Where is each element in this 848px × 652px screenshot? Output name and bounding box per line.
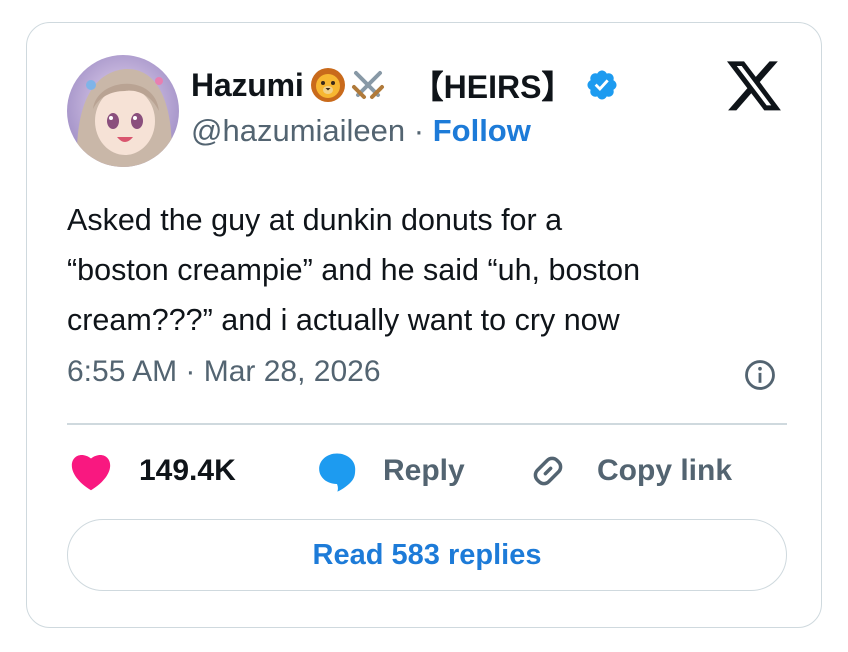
author-name-row[interactable]: Hazumi 【HEIRS】 (191, 63, 619, 107)
time-separator: · (185, 355, 204, 388)
lion-face-icon (310, 67, 346, 103)
handle-separator: · (413, 113, 433, 148)
x-logo-icon[interactable] (727, 61, 783, 113)
author-handle-row: @hazumiaileen · Follow (191, 113, 531, 149)
avatar[interactable] (67, 55, 179, 167)
tweet-card: Hazumi 【HEIRS】 @hazumiaileen · Follow As… (26, 22, 822, 628)
author-handle[interactable]: @hazumiaileen (191, 113, 405, 148)
reply-bubble-icon (319, 453, 356, 492)
verified-badge-icon (585, 68, 619, 102)
tweet-date[interactable]: Mar 28, 2026 (204, 355, 381, 388)
display-name[interactable]: Hazumi (191, 67, 304, 104)
like-count: 149.4K (139, 454, 236, 487)
divider (67, 423, 787, 425)
copy-link-button[interactable]: Copy link (527, 447, 732, 495)
crossed-swords-icon (350, 67, 386, 103)
timestamp[interactable]: 6:55 AM · Mar 28, 2026 (67, 355, 381, 389)
follow-link[interactable]: Follow (433, 113, 531, 148)
heart-icon (71, 455, 111, 491)
link-icon (533, 456, 563, 486)
read-replies-button[interactable]: Read 583 replies (67, 519, 787, 591)
tweet-time[interactable]: 6:55 AM (67, 355, 177, 388)
tweet-text: Asked the guy at dunkin donuts for a “bo… (67, 203, 641, 337)
copy-link-label: Copy link (597, 454, 733, 487)
info-icon[interactable] (743, 358, 777, 392)
reply-button[interactable]: Reply (315, 447, 465, 495)
author-tag: 【HEIRS】 (411, 69, 574, 105)
like-button[interactable]: 149.4K (69, 447, 236, 495)
reply-label: Reply (383, 454, 465, 487)
